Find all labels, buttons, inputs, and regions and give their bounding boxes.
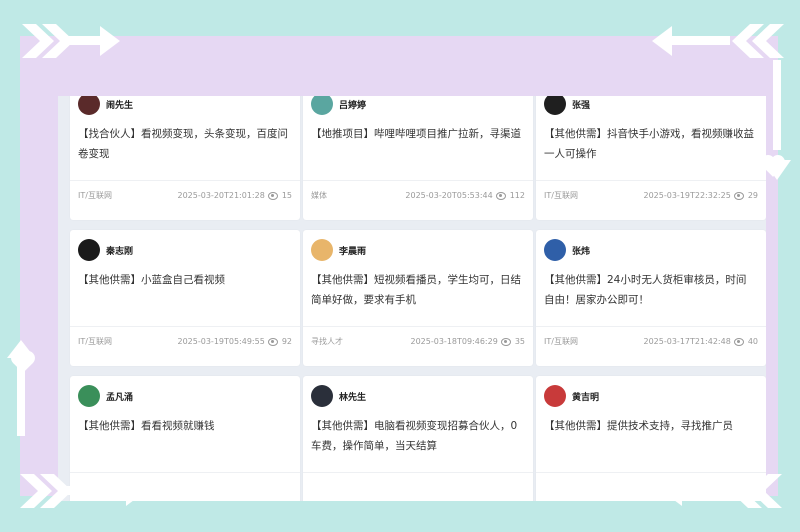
category-label: IT/互联网: [544, 191, 578, 200]
view-count: 112: [509, 191, 525, 200]
author-name[interactable]: 黄吉明: [572, 390, 599, 403]
card-footer: 寻找人才 2025-03-18T09:46:29 35: [311, 336, 525, 347]
author-name[interactable]: 孟凡涌: [106, 390, 133, 403]
card-header: 孟凡涌: [78, 384, 133, 408]
card-footer: IT/互联网 2025-03-20T21:01:28 15: [78, 190, 292, 201]
card-meta: 2025-03-19T05:49:55 92: [178, 336, 293, 347]
card-list-viewport[interactable]: 闹先生 【找合伙人】看视频变现，头条变现，百度问卷变现 IT/互联网 2025-…: [58, 96, 766, 501]
card-header: 吕婷婷: [311, 96, 366, 116]
category-label: 媒体: [311, 191, 327, 200]
category-label: IT/互联网: [78, 337, 112, 346]
view-count: 35: [514, 337, 525, 346]
card-footer: IT/互联网 2025-03-19T05:49:55 92: [78, 336, 292, 347]
card-meta: 2025-03-20T21:01:28 15: [178, 190, 293, 201]
post-time: 2025-03-17T21:42:48: [643, 337, 731, 346]
card-divider: [70, 180, 300, 181]
post-card[interactable]: 闹先生 【找合伙人】看视频变现，头条变现，百度问卷变现 IT/互联网 2025-…: [70, 96, 300, 220]
card-divider: [303, 472, 533, 473]
post-description[interactable]: 【其他供需】小蓝盒自己看视频: [78, 270, 290, 290]
arrow-decoration-top-right: [652, 24, 784, 58]
eye-icon: [267, 191, 278, 200]
card-header: 张强: [544, 96, 590, 116]
post-card[interactable]: 秦志刚 【其他供需】小蓝盒自己看视频 IT/互联网 2025-03-19T05:…: [70, 230, 300, 366]
card-footer: IT/互联网 2025-03-19T22:32:25 29: [544, 190, 758, 201]
view-count: 29: [747, 191, 758, 200]
card-header: 林先生: [311, 384, 366, 408]
card-header: 张炜: [544, 238, 590, 262]
category-label: 寻找人才: [311, 337, 343, 346]
post-time: 2025-03-18T09:46:29: [410, 337, 498, 346]
author-name[interactable]: 闹先生: [106, 98, 133, 111]
card-header: 黄吉明: [544, 384, 599, 408]
arrow-decoration-right-vertical: [763, 60, 791, 180]
card-meta: 2025-03-18T09:46:29 35: [411, 336, 526, 347]
card-footer: 媒体 2025-03-20T05:53:44 112: [311, 190, 525, 201]
post-time: 2025-03-20T05:53:44: [405, 191, 493, 200]
post-description[interactable]: 【其他供需】提供技术支持，寻找推广员: [544, 416, 756, 436]
card-divider: [536, 326, 766, 327]
author-name[interactable]: 秦志刚: [106, 244, 133, 257]
post-time: 2025-03-20T21:01:28: [177, 191, 265, 200]
card-header: 秦志刚: [78, 238, 133, 262]
card-divider: [536, 180, 766, 181]
view-count: 15: [281, 191, 292, 200]
post-card[interactable]: 张强 【其他供需】抖音快手小游戏，看视频赚收益一人可操作 IT/互联网 2025…: [536, 96, 766, 220]
view-count: 92: [281, 337, 292, 346]
post-time: 2025-03-19T05:49:55: [177, 337, 265, 346]
avatar[interactable]: [544, 385, 566, 407]
card-meta: 2025-03-17T21:42:48 40: [644, 336, 759, 347]
avatar[interactable]: [544, 239, 566, 261]
post-description[interactable]: 【其他供需】短视频看播员，学生均可，日结简单好做，要求有手机: [311, 270, 523, 310]
card-divider: [70, 326, 300, 327]
post-description[interactable]: 【其他供需】看看视频就赚钱: [78, 416, 290, 436]
avatar[interactable]: [311, 239, 333, 261]
avatar[interactable]: [311, 96, 333, 115]
card-divider: [303, 180, 533, 181]
eye-icon: [500, 337, 511, 346]
arrow-decoration-bottom-right: [662, 474, 782, 508]
post-card[interactable]: 林先生 【其他供需】电脑看视频变现招募合伙人，0车费，操作简单，当天结算: [303, 376, 533, 501]
post-card[interactable]: 李晨雨 【其他供需】短视频看播员，学生均可，日结简单好做，要求有手机 寻找人才 …: [303, 230, 533, 366]
post-time: 2025-03-19T22:32:25: [643, 191, 731, 200]
card-header: 闹先生: [78, 96, 133, 116]
post-card[interactable]: 张炜 【其他供需】24小时无人货柜审核员，时间自由！居家办公即可！ IT/互联网…: [536, 230, 766, 366]
eye-icon: [495, 191, 506, 200]
card-meta: 2025-03-19T22:32:25 29: [644, 190, 759, 201]
eye-icon: [733, 191, 744, 200]
eye-icon: [733, 337, 744, 346]
author-name[interactable]: 张炜: [572, 244, 590, 257]
avatar[interactable]: [544, 96, 566, 115]
avatar[interactable]: [78, 385, 100, 407]
post-description[interactable]: 【地推项目】哔哩哔哩项目推广拉新，寻渠道: [311, 124, 523, 144]
avatar[interactable]: [311, 385, 333, 407]
avatar[interactable]: [78, 96, 100, 115]
card-meta: 2025-03-20T05:53:44 112: [405, 190, 525, 201]
author-name[interactable]: 林先生: [339, 390, 366, 403]
post-description[interactable]: 【其他供需】24小时无人货柜审核员，时间自由！居家办公即可！: [544, 270, 756, 310]
post-description[interactable]: 【其他供需】抖音快手小游戏，看视频赚收益一人可操作: [544, 124, 756, 164]
author-name[interactable]: 张强: [572, 98, 590, 111]
category-label: IT/互联网: [544, 337, 578, 346]
decorative-frame: 闹先生 【找合伙人】看视频变现，头条变现，百度问卷变现 IT/互联网 2025-…: [20, 36, 778, 501]
card-footer: IT/互联网 2025-03-17T21:42:48 40: [544, 336, 758, 347]
post-description[interactable]: 【找合伙人】看视频变现，头条变现，百度问卷变现: [78, 124, 290, 164]
post-card[interactable]: 吕婷婷 【地推项目】哔哩哔哩项目推广拉新，寻渠道 媒体 2025-03-20T0…: [303, 96, 533, 220]
arrow-decoration-bottom-left: [20, 474, 146, 508]
post-description[interactable]: 【其他供需】电脑看视频变现招募合伙人，0车费，操作简单，当天结算: [311, 416, 523, 456]
arrow-decoration-top-left: [22, 24, 120, 58]
card-grid: 闹先生 【找合伙人】看视频变现，头条变现，百度问卷变现 IT/互联网 2025-…: [70, 96, 766, 501]
author-name[interactable]: 吕婷婷: [339, 98, 366, 111]
avatar[interactable]: [78, 239, 100, 261]
category-label: IT/互联网: [78, 191, 112, 200]
view-count: 40: [747, 337, 758, 346]
card-divider: [303, 326, 533, 327]
author-name[interactable]: 李晨雨: [339, 244, 366, 257]
card-header: 李晨雨: [311, 238, 366, 262]
eye-icon: [267, 337, 278, 346]
